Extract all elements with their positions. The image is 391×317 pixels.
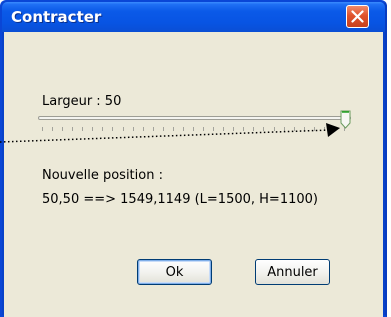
slider-tick [284,127,285,131]
slider-tick [123,127,124,131]
slider-tick [62,127,63,131]
slider-tick [263,127,264,131]
slider-tick [143,127,144,131]
slider-tick [193,127,194,131]
slider-tick [102,127,103,131]
slider-tick [173,127,174,131]
slider-tick [274,127,275,131]
width-slider-ticks [42,127,352,135]
dialog-title: Contracter [11,8,102,26]
slider-tick [223,127,224,131]
width-slider-track[interactable] [38,116,351,120]
slider-tick [314,127,315,131]
slider-tick [183,127,184,131]
position-detail: 50,50 ==> 1549,1149 (L=1500, H=1100) [42,192,318,207]
close-button[interactable] [346,5,369,28]
slider-tick [92,127,93,131]
slider-tick [324,127,325,131]
width-slider-thumb[interactable] [340,110,351,130]
slider-tick [253,127,254,131]
slider-tick [334,127,335,131]
width-label: Largeur : 50 [42,94,122,109]
slider-tick [133,127,134,131]
slider-tick [163,127,164,131]
close-icon [351,10,364,23]
slider-tick [243,127,244,131]
title-bar[interactable]: Contracter [2,2,385,32]
slider-tick [153,127,154,131]
slider-tick [304,127,305,131]
slider-tick [82,127,83,131]
slider-tick [72,127,73,131]
slider-tick [42,127,43,131]
slider-tick [213,127,214,131]
ok-button[interactable]: Ok [137,259,212,285]
slider-tick [203,127,204,131]
slider-tick [52,127,53,131]
slider-tick [294,127,295,131]
position-heading: Nouvelle position : [42,168,163,183]
cancel-button[interactable]: Annuler [255,259,330,285]
slider-tick [112,127,113,131]
slider-tick [233,127,234,131]
